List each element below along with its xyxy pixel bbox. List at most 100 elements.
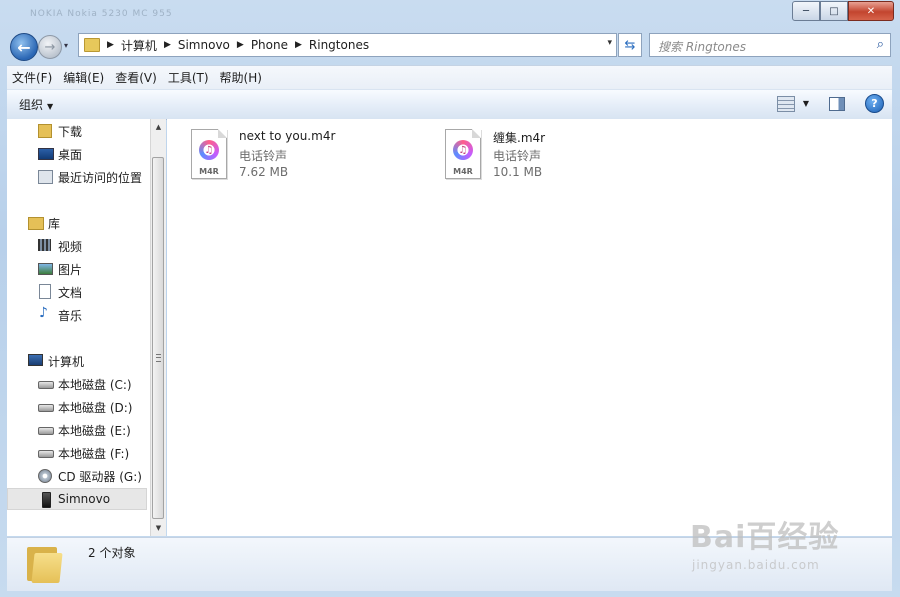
file-size: 7.62 MB <box>239 165 289 179</box>
sidebar-item-drive-e[interactable]: 本地磁盘 (E:) <box>7 419 147 441</box>
menu-view[interactable]: 查看(V) <box>110 69 162 86</box>
sidebar-item-pictures[interactable]: 图片 <box>7 258 147 280</box>
recent-places-icon <box>38 170 53 184</box>
grip-icon <box>156 354 161 362</box>
drive-icon <box>38 381 54 389</box>
view-options-dropdown[interactable]: ▼ <box>803 99 809 108</box>
close-button[interactable]: ✕ <box>848 1 894 21</box>
explorer-window: NOKIA Nokia 5230 MC 955 ─ □ ✕ ← → ▾ ▶ 计算… <box>0 0 900 597</box>
sidebar-item-desktop[interactable]: 桌面 <box>7 143 147 165</box>
computer-icon <box>28 354 43 366</box>
breadcrumb-separator[interactable]: ▶ <box>107 40 114 50</box>
sidebar-item-computer[interactable]: 计算机 <box>7 350 147 372</box>
sidebar-item-drive-c[interactable]: 本地磁盘 (C:) <box>7 373 147 395</box>
m4r-file-icon: ♫ M4R <box>445 129 481 179</box>
menu-help[interactable]: 帮助(H) <box>215 69 267 86</box>
preview-pane-icon[interactable] <box>829 96 845 111</box>
window-title: NOKIA Nokia 5230 MC 955 <box>30 9 173 19</box>
item-count: 2 个对象 <box>88 546 136 560</box>
sidebar-item-label: 文档 <box>58 285 83 300</box>
drive-icon <box>38 450 54 458</box>
sidebar-item-label: 视频 <box>58 239 83 254</box>
folder-icon <box>84 38 100 52</box>
file-type-badge: M4R <box>199 167 219 176</box>
scrollbar-thumb[interactable] <box>152 157 164 519</box>
caption-buttons: ─ □ ✕ <box>792 1 894 21</box>
breadcrumb-ringtones[interactable]: Ringtones <box>309 38 369 52</box>
command-bar: 组织 ▼ ▼ ? <box>7 89 892 120</box>
libraries-icon <box>28 217 44 230</box>
sidebar-item-label: 库 <box>48 216 61 231</box>
cd-drive-icon <box>38 469 52 483</box>
sidebar-item-label: 图片 <box>58 262 83 277</box>
sidebar-item-music[interactable]: ♪ 音乐 <box>7 304 147 326</box>
breadcrumb-computer[interactable]: 计算机 <box>121 37 157 54</box>
sidebar-item-label: 桌面 <box>58 147 83 162</box>
video-icon <box>38 239 51 251</box>
title-bar[interactable]: NOKIA Nokia 5230 MC 955 ─ □ ✕ <box>0 0 900 30</box>
menu-tools[interactable]: 工具(T) <box>163 69 214 86</box>
sidebar-item-label: 本地磁盘 (E:) <box>58 423 131 438</box>
sidebar-item-label: 计算机 <box>48 354 85 369</box>
search-icon[interactable]: ⌕ <box>877 37 884 52</box>
file-item[interactable]: ♫ M4R 缠集.m4r 电话铃声 10.1 MB <box>445 129 685 185</box>
sidebar-item-recent-places[interactable]: 最近访问的位置 <box>7 166 147 188</box>
breadcrumb-phone[interactable]: Phone <box>251 38 288 52</box>
maximize-button[interactable]: □ <box>820 1 848 21</box>
sidebar-item-label: 本地磁盘 (C:) <box>58 377 132 392</box>
folder-front <box>31 553 63 583</box>
file-type: 电话铃声 <box>239 149 288 163</box>
breadcrumb-simnovo[interactable]: Simnovo <box>178 38 230 52</box>
address-bar[interactable]: ▶ 计算机 ▶ Simnovo ▶ Phone ▶ Ringtones ▾ <box>78 33 617 57</box>
sidebar-item-label: 本地磁盘 (F:) <box>58 446 130 461</box>
pictures-icon <box>38 263 53 275</box>
file-size: 10.1 MB <box>493 165 543 179</box>
recent-pages-dropdown[interactable]: ▾ <box>64 41 68 50</box>
file-name: 缠集.m4r <box>493 131 546 145</box>
search-input[interactable]: 搜索 Ringtones <box>658 38 746 55</box>
watermark-logo: Bai百经验 <box>690 520 840 555</box>
page-fold <box>218 129 227 138</box>
sidebar-item-documents[interactable]: 文档 <box>7 281 147 303</box>
sidebar-item-downloads[interactable]: 下载 <box>7 120 147 142</box>
help-icon[interactable]: ? <box>865 94 884 113</box>
scroll-up-button[interactable]: ▲ <box>151 119 166 135</box>
breadcrumb-separator[interactable]: ▶ <box>295 40 302 50</box>
sidebar-item-libraries[interactable]: 库 <box>7 212 147 234</box>
navigation-row: ← → ▾ ▶ 计算机 ▶ Simnovo ▶ Phone ▶ Ringtone… <box>0 31 900 61</box>
drive-icon <box>38 427 54 435</box>
file-item[interactable]: ♫ M4R next to you.m4r 电话铃声 7.62 MB <box>191 129 431 185</box>
sidebar-item-label: 音乐 <box>58 308 83 323</box>
sidebar-item-videos[interactable]: 视频 <box>7 235 147 257</box>
file-type: 电话铃声 <box>493 149 542 163</box>
organize-button[interactable]: 组织 ▼ <box>19 96 53 113</box>
navigation-pane: 下载 桌面 最近访问的位置 库 视频 图片 文档 ♪ 音乐 计算机 本地磁盘 (… <box>7 119 150 536</box>
sidebar-item-simnovo[interactable]: Simnovo <box>7 488 147 510</box>
search-box[interactable]: 搜索 Ringtones ⌕ <box>649 33 891 57</box>
sidebar-item-label: CD 驱动器 (G:) <box>58 469 142 484</box>
m4r-file-icon: ♫ M4R <box>191 129 227 179</box>
sidebar-item-drive-f[interactable]: 本地磁盘 (F:) <box>7 442 147 464</box>
file-list[interactable]: ♫ M4R next to you.m4r 电话铃声 7.62 MB ♫ M4R… <box>167 119 892 536</box>
sidebar-item-label: 本地磁盘 (D:) <box>58 400 133 415</box>
sidebar-item-cd-drive-g[interactable]: CD 驱动器 (G:) <box>7 465 147 487</box>
sidebar-item-drive-d[interactable]: 本地磁盘 (D:) <box>7 396 147 418</box>
breadcrumb-separator[interactable]: ▶ <box>164 40 171 50</box>
watermark: Bai百经验 jingyan.baidu.com <box>690 500 860 580</box>
change-view-icon[interactable] <box>776 95 795 112</box>
navigation-scrollbar[interactable]: ▲ ▼ <box>150 119 166 536</box>
refresh-button[interactable]: ⇆ <box>618 33 642 57</box>
minimize-button[interactable]: ─ <box>792 1 820 21</box>
music-icon: ♪ <box>39 305 48 321</box>
phone-icon <box>42 492 51 508</box>
menu-file[interactable]: 文件(F) <box>7 69 57 86</box>
drive-icon <box>38 404 54 412</box>
breadcrumb-separator[interactable]: ▶ <box>237 40 244 50</box>
scroll-down-button[interactable]: ▼ <box>151 520 166 536</box>
address-dropdown[interactable]: ▾ <box>607 38 612 48</box>
menu-edit[interactable]: 编辑(E) <box>58 69 109 86</box>
forward-button[interactable]: → <box>38 35 62 59</box>
chevron-down-icon: ▼ <box>47 102 54 111</box>
file-type-badge: M4R <box>453 167 473 176</box>
back-button[interactable]: ← <box>10 33 38 61</box>
